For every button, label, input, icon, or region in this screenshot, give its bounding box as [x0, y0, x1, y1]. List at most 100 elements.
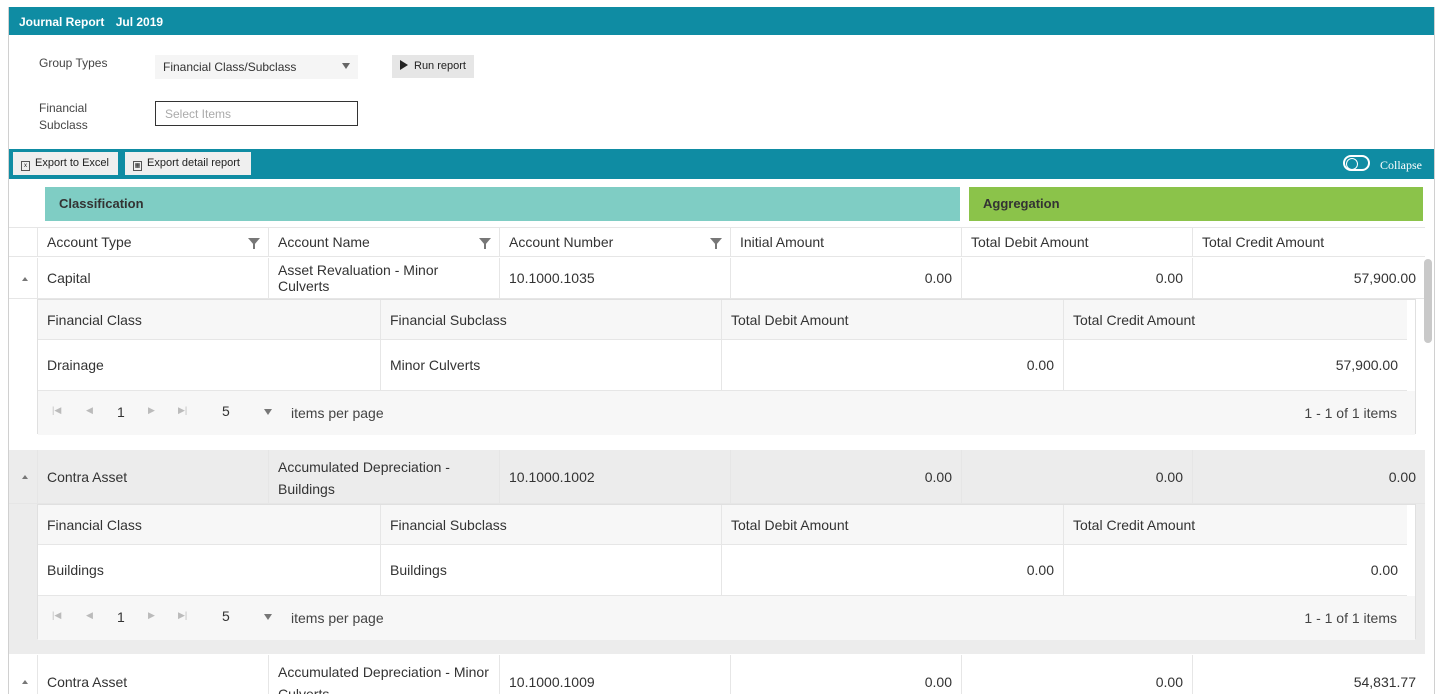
excel-file-icon: x: [21, 161, 30, 171]
prev-page-icon[interactable]: ◀: [86, 405, 93, 416]
detail-row[interactable]: Drainage Minor Culverts 0.00 57,900.00: [38, 340, 1407, 391]
filter-icon[interactable]: [710, 238, 722, 249]
detail-table: Financial Class Financial Subclass Total…: [37, 504, 1416, 640]
next-page-icon[interactable]: ▶: [148, 610, 155, 621]
detail-header-financial-class[interactable]: Financial Class: [38, 300, 380, 339]
prev-page-icon[interactable]: ◀: [86, 610, 93, 621]
cell-total-debit: 0.00: [961, 258, 1192, 298]
page-size-select[interactable]: 5: [222, 608, 230, 624]
last-page-icon[interactable]: ▶|: [178, 610, 187, 621]
first-page-icon[interactable]: |◀: [52, 610, 61, 621]
header-initial-amount[interactable]: Initial Amount: [730, 228, 961, 257]
detail-cell-financial-class: Buildings: [47, 562, 104, 578]
cell-account-number: 10.1000.1002: [499, 450, 730, 503]
vertical-scrollbar[interactable]: [1424, 259, 1432, 343]
chevron-down-icon[interactable]: [264, 614, 272, 620]
header-account-type[interactable]: Account Type: [37, 228, 268, 257]
collapse-row-icon[interactable]: [22, 277, 28, 281]
table-row[interactable]: Capital Asset Revaluation - Minor Culver…: [9, 258, 1425, 299]
detail-cell-financial-subclass: Minor Culverts: [380, 340, 721, 390]
collapse-row-icon[interactable]: [22, 475, 28, 479]
page-size-select[interactable]: 5: [222, 403, 230, 419]
table-icon: ▦: [133, 161, 142, 171]
cell-total-debit: 0.00: [961, 655, 1192, 694]
group-types-label: Group Types: [39, 56, 108, 70]
cell-account-name-line2: Culverts: [278, 686, 330, 694]
last-page-icon[interactable]: ▶|: [178, 405, 187, 416]
table-row[interactable]: Contra Asset Accumulated Depreciation - …: [9, 655, 1425, 694]
detail-table: Financial Class Financial Subclass Total…: [37, 299, 1416, 435]
items-per-page-label: items per page: [291, 405, 384, 421]
header-account-name[interactable]: Account Name: [268, 228, 499, 257]
cell-account-name: Asset Revaluation - Minor Culverts: [268, 258, 499, 298]
table-row[interactable]: Contra Asset Accumulated Depreciation - …: [9, 450, 1425, 504]
run-report-button[interactable]: Run report: [392, 55, 474, 78]
aggregation-band: Aggregation: [969, 187, 1423, 221]
detail-header-total-debit[interactable]: Total Debit Amount: [721, 505, 1063, 544]
header-account-name-label: Account Name: [278, 234, 370, 250]
collapse-label: Collapse: [1380, 158, 1422, 172]
detail-row[interactable]: Buildings Buildings 0.00 0.00: [38, 545, 1407, 596]
export-excel-label: Export to Excel: [35, 157, 109, 169]
run-report-label: Run report: [414, 60, 466, 72]
detail-header-total-debit[interactable]: Total Debit Amount: [721, 300, 1063, 339]
cell-account-type: Capital: [37, 258, 268, 298]
next-page-icon[interactable]: ▶: [148, 405, 155, 416]
cell-initial-amount: 0.00: [730, 450, 961, 503]
collapse-toggle[interactable]: Collapse: [1343, 155, 1422, 173]
filter-icon[interactable]: [479, 238, 491, 249]
column-header-row: Account Type Account Name Account Number…: [9, 227, 1425, 257]
cell-account-type: Contra Asset: [37, 450, 268, 503]
filter-panel: Group Types Financial Class/Subclass Run…: [9, 35, 1434, 149]
detail-header-financial-subclass[interactable]: Financial Subclass: [380, 300, 721, 339]
collapse-row-icon[interactable]: [22, 680, 28, 684]
header-account-type-label: Account Type: [47, 234, 132, 250]
cell-account-name: Accumulated Depreciation - Minor Culvert…: [268, 655, 499, 694]
cell-initial-amount: 0.00: [730, 258, 961, 298]
header-total-credit[interactable]: Total Credit Amount: [1192, 228, 1425, 257]
page-number[interactable]: 1: [117, 609, 125, 625]
export-detail-button[interactable]: ▦ Export detail report: [125, 152, 251, 175]
export-excel-button[interactable]: x Export to Excel: [13, 152, 118, 175]
detail-header-total-credit[interactable]: Total Credit Amount: [1063, 505, 1407, 544]
financial-subclass-input[interactable]: Select Items: [155, 101, 358, 126]
detail-header-row: Financial Class Financial Subclass Total…: [38, 300, 1407, 340]
group-types-select[interactable]: Financial Class/Subclass: [155, 55, 358, 79]
page-number[interactable]: 1: [117, 404, 125, 420]
detail-cell-total-debit: 0.00: [721, 545, 1063, 595]
header-total-debit[interactable]: Total Debit Amount: [961, 228, 1192, 257]
chevron-down-icon[interactable]: [264, 409, 272, 415]
pager-summary: 1 - 1 of 1 items: [1304, 405, 1397, 421]
detail-header-financial-subclass[interactable]: Financial Subclass: [380, 505, 721, 544]
detail-cell-financial-class: Drainage: [47, 357, 104, 373]
report-period: Jul 2019: [115, 15, 164, 29]
cell-account-name-line1: Accumulated Depreciation -: [278, 459, 450, 475]
detail-cell-financial-subclass: Buildings: [380, 545, 721, 595]
filter-icon[interactable]: [248, 238, 260, 249]
chevron-down-icon: [342, 63, 350, 69]
detail-pager: |◀ ◀ 1 ▶ ▶| 5 items per page 1 - 1 of 1 …: [38, 596, 1415, 640]
play-icon: [400, 60, 408, 70]
journal-grid: Classification Aggregation Account Type …: [9, 179, 1434, 694]
financial-subclass-label-line2: Subclass: [39, 118, 88, 132]
detail-header-financial-class[interactable]: Financial Class: [38, 505, 380, 544]
items-per-page-label: items per page: [291, 610, 384, 626]
cell-initial-amount: 0.00: [730, 655, 961, 694]
cell-total-credit: 54,831.77: [1192, 655, 1425, 694]
financial-subclass-label-line1: Financial: [39, 101, 88, 115]
header-account-number[interactable]: Account Number: [499, 228, 730, 257]
cell-total-credit: 57,900.00: [1192, 258, 1425, 298]
pager-summary: 1 - 1 of 1 items: [1304, 610, 1397, 626]
cell-account-number: 10.1000.1035: [499, 258, 730, 298]
cell-total-debit: 0.00: [961, 450, 1192, 503]
detail-cell-total-credit: 0.00: [1063, 545, 1407, 595]
cell-account-type: Contra Asset: [37, 655, 268, 694]
cell-account-name-line1: Accumulated Depreciation - Minor: [278, 664, 489, 680]
cell-total-credit: 0.00: [1192, 450, 1425, 503]
first-page-icon[interactable]: |◀: [52, 405, 61, 416]
export-detail-label: Export detail report: [147, 157, 240, 169]
group-types-value: Financial Class/Subclass: [163, 60, 297, 74]
detail-header-total-credit[interactable]: Total Credit Amount: [1063, 300, 1407, 339]
grid-toolbar: x Export to Excel ▦ Export detail report C…: [9, 149, 1434, 179]
journal-report-window: Journal Report Jul 2019 Group Types Fina…: [8, 7, 1435, 694]
